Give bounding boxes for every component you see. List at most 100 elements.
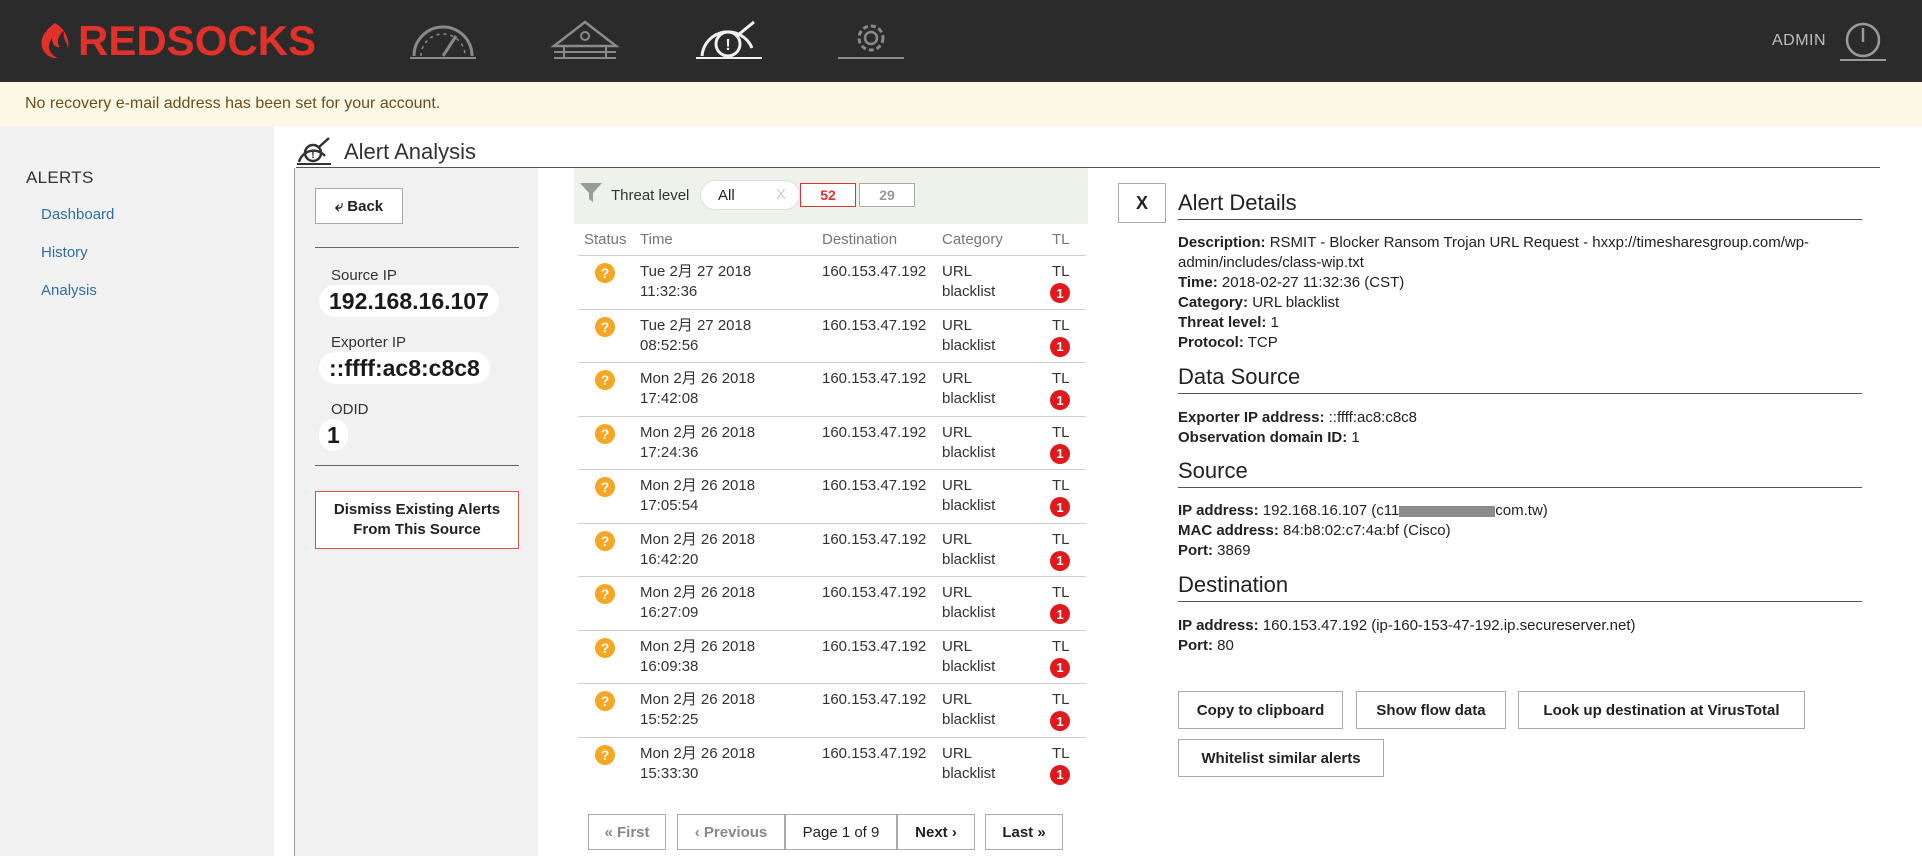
destination-port-row: Port: 80 bbox=[1178, 636, 1868, 656]
settings-gear-icon[interactable] bbox=[836, 18, 906, 62]
close-details-button[interactable]: X bbox=[1118, 183, 1166, 223]
alert-clock: 15:33:30 bbox=[640, 764, 699, 782]
destination-ip-row: IP address: 160.153.47.192 (ip-160-153-4… bbox=[1178, 616, 1868, 636]
back-button[interactable]: ⤶ Back bbox=[315, 188, 403, 224]
whitelist-similar-button[interactable]: Whitelist similar alerts bbox=[1178, 739, 1384, 777]
alert-date: Mon 2月 26 2018 bbox=[640, 691, 756, 708]
alert-category-line-2: blacklist bbox=[942, 497, 996, 514]
alert-category-line-2: blacklist bbox=[942, 711, 996, 728]
observation-domain-row: Observation domain ID: 1 bbox=[1178, 428, 1868, 448]
alert-row[interactable]: ? Mon 2月 26 2018 16:42:20 160.153.47.192 URL… bbox=[578, 522, 1086, 577]
alert-row[interactable]: ? Tue 2月 27 2018 08:52:56 160.153.47.192 URL… bbox=[578, 308, 1086, 363]
source-ip-detail-label: IP address: bbox=[1178, 502, 1259, 519]
mac-label: MAC address: bbox=[1178, 522, 1279, 539]
alert-category-line-2: blacklist bbox=[942, 390, 996, 407]
threat-level-selected: All bbox=[718, 187, 735, 204]
alert-tl-label: TL bbox=[1052, 584, 1070, 601]
data-source-title: Data Source bbox=[1178, 364, 1862, 394]
unknown-status-icon: ? bbox=[595, 691, 615, 711]
copy-to-clipboard-button[interactable]: Copy to clipboard bbox=[1178, 691, 1343, 729]
alert-date: Mon 2月 26 2018 bbox=[640, 370, 756, 387]
alert-row[interactable]: ? Mon 2月 26 2018 15:33:30 160.153.47.192 URL… bbox=[578, 736, 1086, 791]
brand-name: REDSOCKS bbox=[78, 17, 317, 64]
notice-text: No recovery e-mail address has been set … bbox=[25, 95, 441, 112]
alert-date: Mon 2月 26 2018 bbox=[640, 530, 756, 548]
unknown-status-icon: ? bbox=[595, 637, 615, 658]
alert-row[interactable]: ? Mon 2月 26 2018 17:42:08 160.153.47.192 URL… bbox=[578, 362, 1086, 416]
sidebar-title: ALERTS bbox=[26, 168, 94, 187]
alert-category-line-2: blacklist bbox=[942, 336, 996, 354]
source-ip-label: Source IP bbox=[331, 267, 397, 284]
destination-body: IP address: 160.153.47.192 (ip-160-153-4… bbox=[1178, 616, 1868, 656]
threat-level-badge: 1 bbox=[1050, 390, 1070, 410]
column-header-time: Time bbox=[640, 231, 673, 248]
alert-destination: 160.153.47.192 bbox=[822, 744, 927, 762]
pager-last-button[interactable]: Last » bbox=[985, 814, 1063, 850]
source-panel: ⤶ Back Source IP 192.168.16.107 Exporter… bbox=[294, 168, 538, 856]
alert-destination: 160.153.47.192 bbox=[822, 316, 927, 334]
description-label: Description: bbox=[1178, 234, 1266, 251]
alert-row[interactable]: ? Mon 2月 26 2018 16:27:09 160.153.47.192 URL… bbox=[578, 576, 1086, 630]
alert-category-line-1: URL bbox=[942, 637, 973, 655]
observation-domain-label: Observation domain ID: bbox=[1178, 429, 1348, 446]
alert-row[interactable]: ? Mon 2月 26 2018 15:52:25 160.153.47.192 URL… bbox=[578, 683, 1086, 737]
exporter-label: Exporter IP address: bbox=[1178, 409, 1325, 426]
dismiss-line-2: From This Source bbox=[353, 521, 481, 538]
threat-level-label: Threat level bbox=[611, 187, 690, 204]
time-row: Time: 2018-02-27 11:32:36 (CST) bbox=[1178, 273, 1868, 293]
clear-filter-button[interactable]: X bbox=[776, 186, 786, 203]
threat-level-badge: 1 bbox=[1050, 657, 1070, 678]
alert-date: Tue 2月 27 2018 bbox=[640, 263, 752, 280]
power-logout-icon[interactable] bbox=[1838, 20, 1888, 64]
unknown-status-icon: ? bbox=[595, 530, 615, 551]
virustotal-lookup-button[interactable]: Look up destination at VirusTotal bbox=[1518, 691, 1805, 729]
alert-time: Mon 2月 26 2018 17:42:08 bbox=[640, 369, 755, 409]
alert-row[interactable]: ? Mon 2月 26 2018 17:05:54 160.153.47.192 URL… bbox=[578, 469, 1086, 523]
destination-ip-label: IP address: bbox=[1178, 617, 1259, 634]
other-threat-count[interactable]: 29 bbox=[859, 183, 915, 207]
show-flow-data-button[interactable]: Show flow data bbox=[1356, 691, 1506, 729]
high-threat-count[interactable]: 52 bbox=[800, 183, 856, 207]
alert-row[interactable]: ? Mon 2月 26 2018 16:09:38 160.153.47.192 URL… bbox=[578, 629, 1086, 684]
brand-logo[interactable]: REDSOCKS bbox=[38, 17, 317, 64]
top-navigation-bar: REDSOCKS ! ADMIN bbox=[0, 0, 1922, 82]
threat-level-badge: 1 bbox=[1050, 443, 1070, 464]
unknown-status-icon: ? bbox=[595, 584, 615, 604]
threat-level-badge: 1 bbox=[1050, 336, 1070, 357]
sidebar-item-history[interactable]: History bbox=[41, 244, 88, 261]
admin-user-label[interactable]: ADMIN bbox=[1772, 32, 1826, 50]
threat-level-badge: 1 bbox=[1050, 764, 1070, 785]
alert-tl-label: TL bbox=[1052, 530, 1070, 548]
alert-row[interactable]: ? Mon 2月 26 2018 17:24:36 160.153.47.192 URL… bbox=[578, 415, 1086, 470]
alert-clock: 17:42:08 bbox=[640, 390, 699, 407]
pager-next-button[interactable]: Next › bbox=[897, 814, 975, 850]
alert-time: Mon 2月 26 2018 15:33:30 bbox=[640, 744, 755, 784]
unknown-status-icon: ? bbox=[595, 423, 615, 444]
alert-details-title: Alert Details bbox=[1178, 190, 1862, 220]
odid-label: ODID bbox=[331, 401, 369, 418]
alert-analysis-icon[interactable]: ! bbox=[694, 18, 764, 62]
dismiss-alerts-button[interactable]: Dismiss Existing Alerts From This Source bbox=[315, 491, 519, 549]
alert-destination: 160.153.47.192 bbox=[822, 263, 927, 280]
network-icon[interactable] bbox=[550, 18, 620, 62]
alert-destination: 160.153.47.192 bbox=[822, 584, 927, 601]
destination-title: Destination bbox=[1178, 572, 1862, 602]
sidebar-item-dashboard[interactable]: Dashboard bbox=[41, 206, 114, 223]
description-value: RSMIT - Blocker Ransom Trojan URL Reques… bbox=[1178, 234, 1810, 271]
destination-port-value: 80 bbox=[1217, 637, 1234, 654]
source-ip-detail-prefix: 192.168.16.107 (c11 bbox=[1262, 502, 1400, 519]
alert-time: Mon 2月 26 2018 17:05:54 bbox=[640, 476, 755, 516]
alert-details-body: Description: RSMIT - Blocker Ransom Troj… bbox=[1178, 233, 1868, 353]
alert-category-line-1: URL bbox=[942, 263, 973, 280]
alert-row[interactable]: ? Tue 2月 27 2018 11:32:36 160.153.47.192 URL… bbox=[578, 255, 1086, 309]
alert-category-line-2: blacklist bbox=[942, 550, 996, 568]
dashboard-gauge-icon[interactable] bbox=[408, 18, 478, 62]
alert-category-line-1: URL bbox=[942, 691, 973, 708]
mac-row: MAC address: 84:b8:02:c7:4a:bf (Cisco) bbox=[1178, 521, 1868, 541]
pager-first-button[interactable]: « First bbox=[588, 814, 666, 850]
alert-clock: 15:52:25 bbox=[640, 711, 699, 728]
pager-previous-button[interactable]: ‹ Previous bbox=[677, 814, 785, 850]
time-value: 2018-02-27 11:32:36 (CST) bbox=[1221, 274, 1405, 291]
alert-category-line-1: URL bbox=[942, 370, 973, 387]
sidebar-item-analysis[interactable]: Analysis bbox=[41, 282, 97, 299]
